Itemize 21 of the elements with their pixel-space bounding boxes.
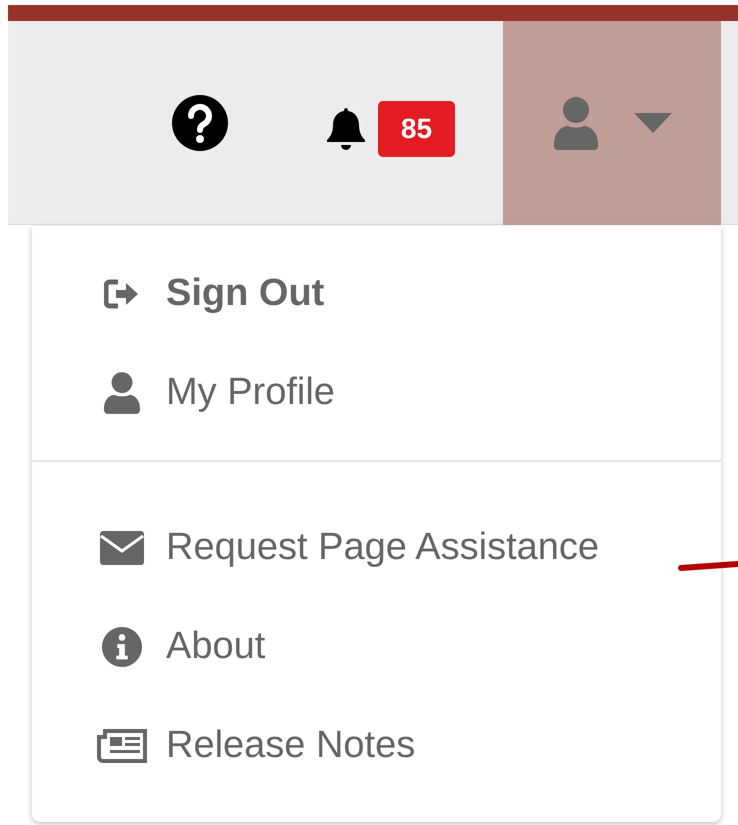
bell-icon (326, 106, 366, 152)
envelope-icon (100, 530, 144, 564)
menu-item-label: Sign Out (166, 271, 324, 316)
menu-item[interactable]: Release Notes (32, 696, 721, 795)
menu-item-label: My Profile (166, 370, 335, 415)
leader-line (678, 558, 738, 574)
menu-item-label: Request Page Assistance (166, 525, 600, 570)
menu-item-label: About (166, 624, 266, 669)
user-icon (103, 372, 141, 414)
user-icon (552, 96, 600, 150)
newspaper-icon (97, 728, 147, 762)
menu-item-label: Release Notes (166, 723, 416, 768)
caret-icon (634, 113, 672, 133)
menu-item[interactable]: About (32, 597, 721, 696)
menu-item[interactable]: Sign Out (32, 244, 721, 343)
menu-item[interactable]: Request Page Assistance (32, 498, 721, 597)
notification-count: 85 (378, 101, 455, 157)
notifications-button[interactable]: 85 (326, 100, 455, 158)
menu-item[interactable]: My Profile (32, 343, 721, 442)
info-icon (101, 626, 143, 668)
sign-out-icon (104, 278, 140, 308)
